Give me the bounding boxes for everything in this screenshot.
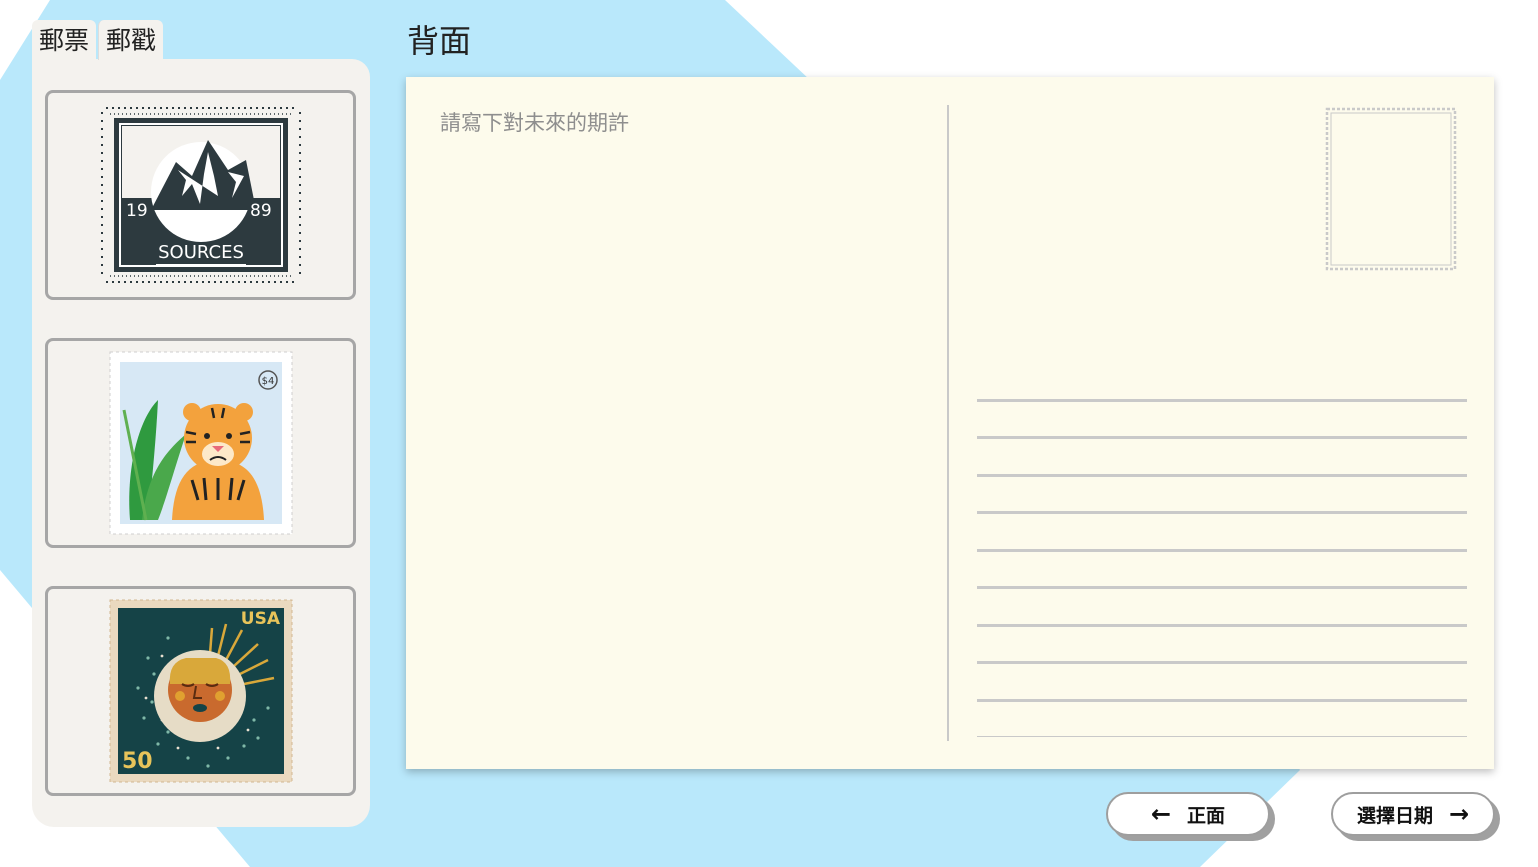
tab-postmarks[interactable]: 郵戳 [98, 20, 164, 60]
stamp-option-sun[interactable]: USA 50 [45, 586, 356, 796]
tiger-stamp-value: $4 [261, 376, 274, 387]
arrow-right-icon: → [1448, 800, 1470, 828]
front-side-button[interactable]: ← 正面 [1106, 792, 1270, 836]
stamp-sidebar: 19 89 SOURCES $4 USA 50 [32, 59, 370, 827]
stamp-tabs: 郵票 郵戳 [32, 20, 164, 60]
front-side-label: 正面 [1187, 804, 1226, 827]
tab-stamps[interactable]: 郵票 [32, 20, 97, 60]
stamp-sources-label: SOURCES [158, 242, 244, 263]
address-line[interactable] [977, 624, 1467, 627]
page-title: 背面 [407, 22, 472, 60]
tiger-stamp-icon: $4 [109, 351, 292, 535]
message-input[interactable] [440, 107, 940, 727]
postcard-divider [947, 105, 949, 741]
sun-stamp-icon: USA 50 [109, 599, 292, 783]
stamp-year-right: 89 [250, 201, 272, 221]
stamp-slot[interactable] [1323, 105, 1459, 273]
select-date-label: 選擇日期 [1356, 804, 1433, 827]
stamp-year-left: 19 [126, 201, 148, 221]
stamp-option-tiger[interactable]: $4 [45, 338, 356, 548]
address-line[interactable] [977, 699, 1467, 702]
address-line[interactable] [977, 511, 1467, 514]
address-line[interactable] [977, 436, 1467, 439]
stamp-option-mountain[interactable]: 19 89 SOURCES [45, 90, 356, 300]
mountain-stamp-icon: 19 89 SOURCES [100, 107, 301, 283]
address-line[interactable] [977, 474, 1467, 477]
postcard-back [406, 77, 1494, 769]
select-date-button[interactable]: 選擇日期 → [1331, 792, 1495, 836]
stamp-value: 50 [122, 749, 153, 774]
arrow-left-icon: ← [1150, 800, 1172, 828]
address-line[interactable] [977, 736, 1467, 737]
address-line[interactable] [977, 661, 1467, 664]
address-line[interactable] [977, 549, 1467, 552]
address-line[interactable] [977, 586, 1467, 589]
address-line[interactable] [977, 399, 1467, 402]
stamp-country: USA [240, 609, 280, 629]
